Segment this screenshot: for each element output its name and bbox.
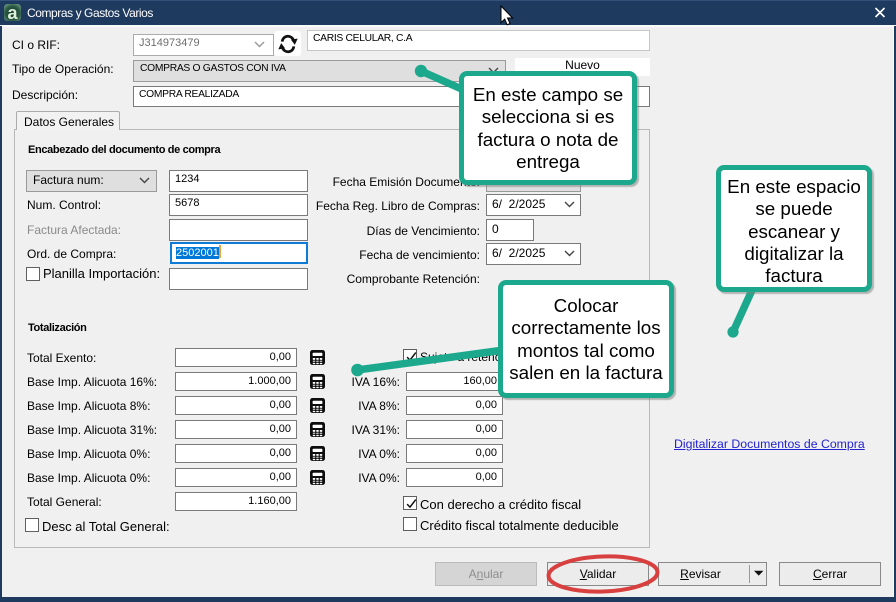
svg-text:a: a [7, 3, 18, 23]
